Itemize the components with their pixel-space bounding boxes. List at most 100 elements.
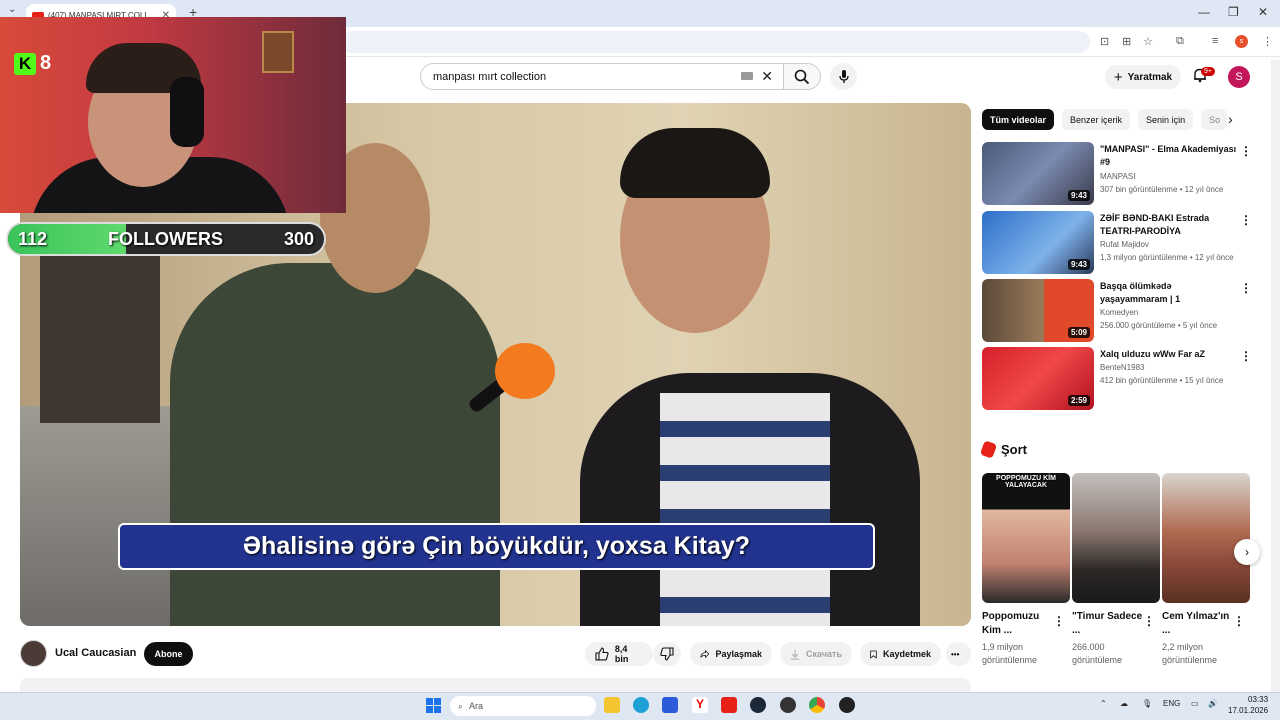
windows-start-icon[interactable] xyxy=(426,698,441,713)
save-button[interactable]: Kaydetmek xyxy=(860,642,941,666)
share-button[interactable]: Paylaşmak xyxy=(690,642,772,666)
video-channel[interactable]: Komedyen xyxy=(1100,308,1138,317)
microphone-tray-icon[interactable]: 🎙 xyxy=(1142,699,1152,708)
more-vert-icon[interactable]: ⋮ xyxy=(1240,144,1252,158)
install-icon[interactable]: ⊡ xyxy=(1100,35,1109,48)
browser-menu-icon[interactable]: ⋮ xyxy=(1262,35,1273,48)
steam-icon[interactable] xyxy=(750,697,766,713)
channel-avatar[interactable] xyxy=(20,640,47,667)
translate-icon[interactable]: ⊞ xyxy=(1122,35,1131,48)
chip-related[interactable]: Benzer içerik xyxy=(1062,109,1131,130)
video-channel[interactable]: Rufat Majidov xyxy=(1100,240,1149,249)
short-title[interactable]: Cem Yılmaz'ın ... xyxy=(1162,610,1238,638)
chip-for-you[interactable]: Senin için xyxy=(1138,109,1194,130)
recommended-video[interactable]: 9:43 "MANPASI" - Elma Akademiyası #9 MAN… xyxy=(982,142,1272,206)
extensions-icon[interactable]: ⧉ xyxy=(1176,35,1184,48)
chip-more[interactable]: So xyxy=(1201,109,1228,130)
taskbar-search[interactable]: ⌕ Ara xyxy=(450,696,596,716)
followers-label: FOLLOWERS xyxy=(108,229,223,249)
channel-name[interactable]: Ucal Caucasian xyxy=(55,647,136,659)
video-title[interactable]: Xalq ulduzu wWw Far aZ xyxy=(1100,348,1240,361)
browser-profile-avatar[interactable]: s xyxy=(1235,35,1248,48)
file-explorer-icon[interactable] xyxy=(604,697,620,713)
short-thumbnail[interactable]: POPPOMUZU KİM YALAYACAK xyxy=(982,473,1070,603)
chevron-up-icon[interactable]: ⌃ xyxy=(1100,699,1107,708)
network-icon[interactable]: ▭ xyxy=(1191,699,1199,708)
subscribe-button[interactable]: Abone xyxy=(144,642,193,666)
video-thumbnail[interactable]: 9:43 xyxy=(982,142,1094,205)
short-title[interactable]: "Timur Sadece ... xyxy=(1072,610,1148,638)
volume-icon[interactable]: 🔊 xyxy=(1208,699,1218,708)
youtube-app-icon[interactable] xyxy=(721,697,737,713)
like-button[interactable]: 8,4 bin xyxy=(585,642,653,666)
clear-search-icon[interactable]: ✕ xyxy=(761,68,773,85)
followers-current: 112 xyxy=(18,229,48,249)
recommended-video[interactable]: 9:43 ZƏİF BƏND-BAKI Estrada TEATRI-PAROD… xyxy=(982,211,1272,275)
edge-icon[interactable] xyxy=(633,697,649,713)
game-app-icon[interactable] xyxy=(839,697,855,713)
store-icon[interactable] xyxy=(662,697,678,713)
more-vert-icon[interactable]: ⋮ xyxy=(1240,349,1252,363)
short-title[interactable]: Poppomuzu Kim ... xyxy=(982,610,1058,638)
yandex-icon[interactable]: Y xyxy=(692,697,708,713)
clock-date: 17.01.2026 xyxy=(1228,706,1269,715)
download-button[interactable]: Скачать xyxy=(780,642,852,666)
reading-list-icon[interactable]: ≡ xyxy=(1212,35,1218,47)
video-channel[interactable]: MANPASI xyxy=(1100,172,1135,181)
viewer-count-badge: K 8 xyxy=(14,52,51,75)
video-title[interactable]: Başqa ölümkədə yaşayammaram | 1 xyxy=(1100,280,1240,306)
video-subtitle: Əhalisinə görə Çin böyükdür, yoxsa Kitay… xyxy=(118,523,875,570)
input-language[interactable]: ENG xyxy=(1163,699,1180,708)
short-thumbnail[interactable] xyxy=(1162,473,1250,603)
short-views: 266.000 görüntüleme xyxy=(1072,642,1123,665)
obs-icon[interactable] xyxy=(780,697,796,713)
description-box[interactable] xyxy=(20,678,971,692)
more-actions-button[interactable]: ••• xyxy=(946,642,971,666)
video-thumbnail[interactable]: 9:43 xyxy=(982,211,1094,274)
create-button[interactable]: + Yaratmak xyxy=(1105,65,1181,89)
headset-icon xyxy=(170,77,204,147)
viewer-count: 8 xyxy=(40,52,52,74)
thumbs-up-icon xyxy=(595,647,609,661)
bookmark-star-icon[interactable]: ☆ xyxy=(1143,35,1153,48)
system-clock[interactable]: 03:33 17.01.2026 xyxy=(1228,694,1268,716)
video-thumbnail[interactable]: 5:09 xyxy=(982,279,1094,342)
recommended-video[interactable]: 5:09 Başqa ölümkədə yaşayammaram | 1 Kom… xyxy=(982,279,1272,343)
kick-logo-icon: K xyxy=(14,52,36,75)
thumbs-down-icon xyxy=(660,647,674,661)
more-vert-icon[interactable]: ⋮ xyxy=(1233,614,1245,628)
search-icon xyxy=(794,69,810,84)
recommended-video[interactable]: 2:59 Xalq ulduzu wWw Far aZ BenteN1983 4… xyxy=(982,347,1272,411)
notification-count-badge: 9+ xyxy=(1201,67,1215,76)
chip-all-videos[interactable]: Tüm videolar xyxy=(982,109,1055,130)
keyboard-icon[interactable] xyxy=(741,72,753,80)
video-duration: 9:43 xyxy=(1067,259,1090,270)
minimize-button[interactable]: — xyxy=(1198,5,1210,19)
search-button[interactable] xyxy=(784,63,821,90)
shorts-next-button[interactable]: › xyxy=(1234,539,1260,565)
video-title[interactable]: "MANPASI" - Elma Akademiyası #9 xyxy=(1100,143,1240,169)
more-vert-icon[interactable]: ⋮ xyxy=(1053,614,1065,628)
chevron-right-icon[interactable]: › xyxy=(1228,111,1233,127)
more-vert-icon[interactable]: ⋮ xyxy=(1240,213,1252,227)
page-scrollbar[interactable] xyxy=(1271,60,1280,692)
search-input[interactable]: manpası mırt collection ✕ xyxy=(420,63,784,90)
tab-search-icon[interactable]: ⌄ xyxy=(8,4,16,15)
cloud-sync-icon[interactable]: ☁ xyxy=(1120,699,1128,708)
account-avatar[interactable]: S xyxy=(1228,66,1250,88)
voice-search-button[interactable] xyxy=(830,63,857,90)
video-title[interactable]: ZƏİF BƏND-BAKI Estrada TEATRI-PARODİYA xyxy=(1100,212,1240,238)
close-window-button[interactable]: ✕ xyxy=(1258,5,1268,19)
more-vert-icon[interactable]: ⋮ xyxy=(1143,614,1155,628)
short-thumbnail[interactable] xyxy=(1072,473,1160,603)
short-caption: POPPOMUZU KİM YALAYACAK xyxy=(996,475,1056,489)
video-duration: 5:09 xyxy=(1067,327,1090,338)
restore-button[interactable]: ❐ xyxy=(1228,5,1239,19)
address-bar[interactable] xyxy=(340,31,1090,53)
more-vert-icon[interactable]: ⋮ xyxy=(1240,281,1252,295)
short-views: 1,9 milyon görüntülenme xyxy=(982,642,1038,665)
chrome-icon[interactable] xyxy=(809,697,825,713)
video-channel[interactable]: BenteN1983 xyxy=(1100,363,1144,372)
dislike-button[interactable] xyxy=(653,642,681,666)
video-thumbnail[interactable]: 2:59 xyxy=(982,347,1094,410)
